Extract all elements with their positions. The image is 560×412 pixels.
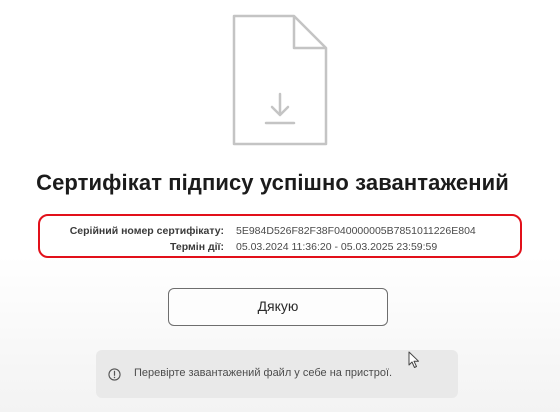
validity-term-label: Термін дії: [170, 241, 224, 253]
document-download-icon [232, 14, 328, 146]
serial-number-value: 5E984D526F82F38F040000005B7851011226E804 [236, 225, 476, 237]
serial-number-row: Серійний номер сертифікату: 5E984D526F82… [40, 223, 520, 239]
page-title: Сертифікат підпису успішно завантажений [36, 170, 509, 195]
validity-term-row: Термін дії: 05.03.2024 11:36:20 - 05.03.… [40, 239, 520, 255]
serial-number-label: Серійний номер сертифікату: [69, 225, 224, 237]
thanks-button[interactable]: Дякую [168, 288, 388, 326]
mouse-cursor-icon [408, 351, 419, 368]
notice-text: Перевірте завантажений файл у себе на пр… [134, 367, 393, 379]
certificate-download-page: Сертифікат підпису успішно завантажений … [0, 0, 560, 412]
certificate-info-box: Серійний номер сертифікату: 5E984D526F82… [38, 214, 522, 258]
info-circle-icon [108, 368, 121, 381]
download-notice: Перевірте завантажений файл у себе на пр… [96, 350, 458, 398]
validity-term-value: 05.03.2024 11:36:20 - 05.03.2025 23:59:5… [236, 241, 438, 253]
